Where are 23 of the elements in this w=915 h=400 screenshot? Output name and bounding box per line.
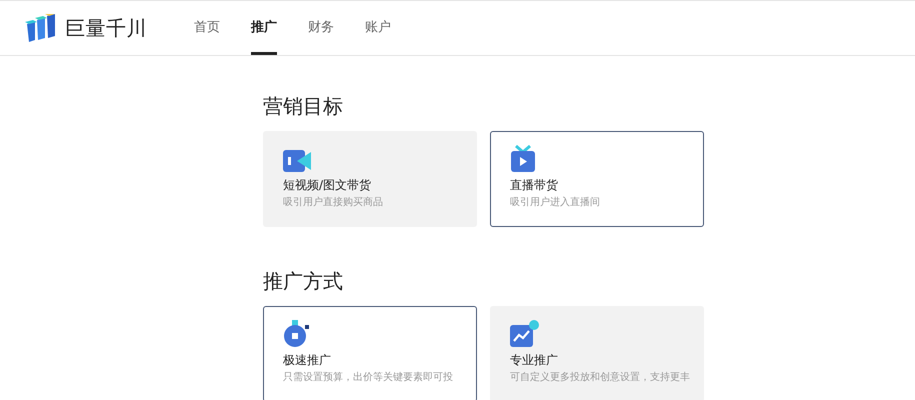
logo-text: 巨量千川 [65, 15, 147, 42]
section-title: 推广方式 [263, 268, 344, 295]
card-title: 短视频/图文带货 [283, 177, 372, 193]
card-description: 吸引用户直接购买商品 [283, 196, 384, 210]
tv-icon [510, 145, 536, 173]
card-title: 专业推广 [510, 352, 559, 368]
trend-chart-icon [510, 320, 540, 348]
card-description: 可自定义更多投放和创意设置，支持更丰 [510, 371, 691, 385]
nav-tab[interactable]: 首页 [194, 1, 220, 55]
video-camera-icon [283, 149, 311, 173]
nav-tab[interactable]: 账户 [365, 1, 391, 55]
nav-tab[interactable]: 推广 [251, 1, 277, 55]
nav-tab[interactable]: 财务 [308, 1, 334, 55]
option-card[interactable]: 短视频/图文带货 吸引用户直接购买商品 [263, 131, 477, 227]
option-card[interactable]: 极速推广 只需设置预算，出价等关键要素即可投 [263, 306, 477, 400]
section-title: 营销目标 [263, 93, 344, 120]
card-description: 吸引用户进入直播间 [510, 196, 601, 210]
option-card[interactable]: 专业推广 可自定义更多投放和创意设置，支持更丰 [490, 306, 704, 400]
stopwatch-icon [283, 320, 311, 348]
option-card[interactable]: 直播带货 吸引用户进入直播间 [490, 131, 704, 227]
card-title: 极速推广 [283, 352, 332, 368]
card-description: 只需设置预算，出价等关键要素即可投 [283, 371, 454, 385]
card-title: 直播带货 [510, 177, 559, 193]
